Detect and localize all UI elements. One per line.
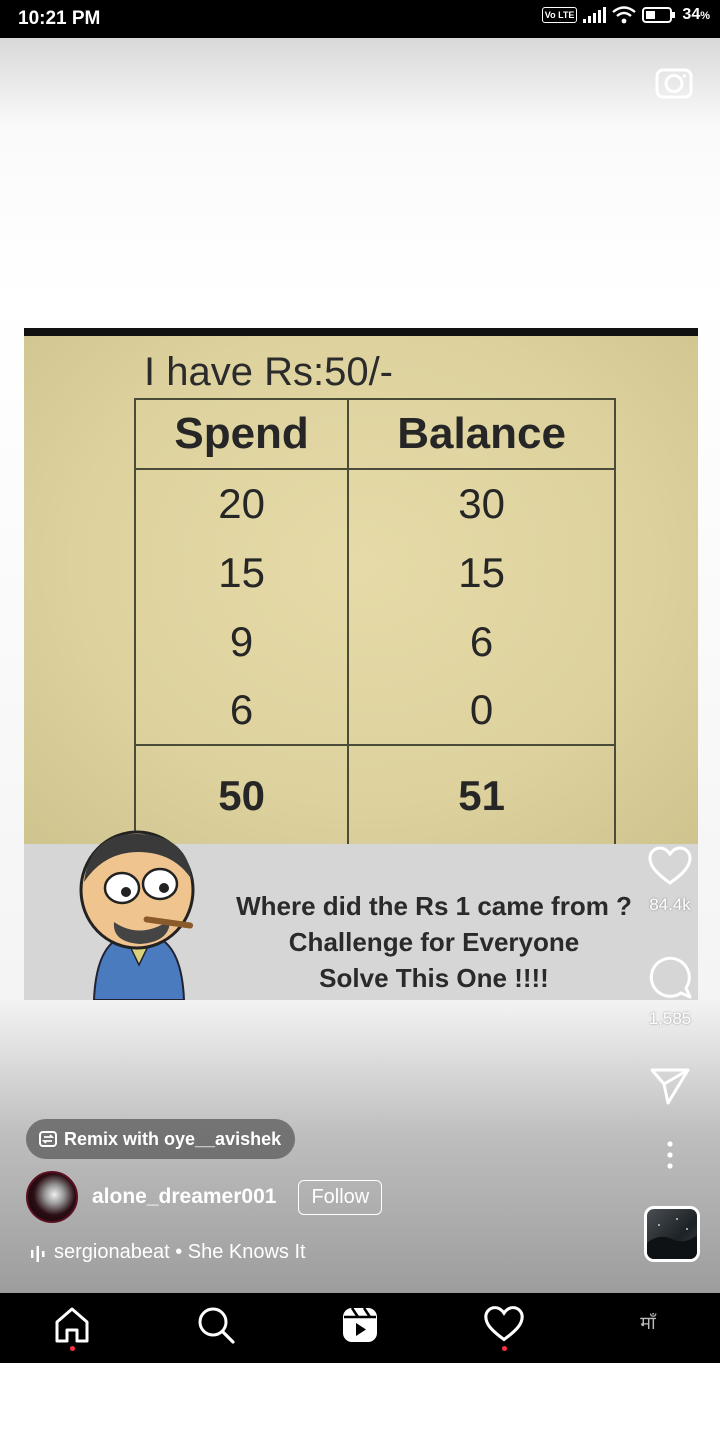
reel-stage[interactable]: I have Rs:50/- Spend Balance 20 30 15 15…	[0, 38, 720, 1293]
audio-link[interactable]: sergionabeat • She Knows It	[30, 1241, 306, 1264]
like-button[interactable]: 84.4k	[620, 846, 720, 915]
nav-search[interactable]	[194, 1305, 238, 1351]
puzzle-paper: I have Rs:50/- Spend Balance 20 30 15 15…	[24, 336, 698, 844]
nav-activity[interactable]	[482, 1305, 526, 1351]
totals-row: 50 51	[133, 744, 616, 844]
more-options-button[interactable]	[620, 1140, 720, 1175]
caption-line: Solve This One !!!!	[319, 963, 549, 993]
audio-text: sergionabeat • She Knows It	[54, 1241, 306, 1263]
heart-icon	[484, 1306, 524, 1342]
username[interactable]: alone_dreamer001	[92, 1185, 276, 1209]
profile-label: माँ	[640, 1313, 656, 1334]
table-row: 6 0	[133, 676, 616, 745]
caption-line: Where did the Rs 1 came from ?	[236, 891, 632, 921]
wifi-icon	[612, 6, 637, 24]
column-header-balance: Balance	[347, 398, 616, 470]
author-row: alone_dreamer001 Follow	[26, 1171, 383, 1223]
spend-cell: 6	[133, 676, 350, 745]
table-row: 9 6	[133, 607, 616, 676]
signal-icon	[583, 7, 607, 23]
comment-count: 1,585	[648, 1009, 692, 1028]
status-time: 10:21 PM	[18, 8, 101, 29]
caption-line: Challenge for Everyone	[288, 927, 580, 957]
spend-cell: 20	[133, 469, 350, 538]
audio-bars-icon	[31, 1245, 45, 1262]
send-icon	[650, 1068, 690, 1105]
table-row: 15 15	[133, 538, 616, 607]
status-bar: 10:21 PM Vo LTE 34%	[0, 0, 720, 38]
bottom-nav: माँ	[0, 1293, 720, 1363]
remix-button[interactable]: Remix with oye__avishek	[26, 1119, 296, 1159]
nav-reels[interactable]	[338, 1305, 382, 1351]
like-count: 84.4k	[649, 895, 691, 914]
heart-icon	[648, 846, 692, 885]
balance-total: 51	[347, 744, 616, 844]
follow-button[interactable]: Follow	[298, 1179, 383, 1215]
volte-badge: Vo LTE	[541, 7, 578, 23]
status-icons: Vo LTE 34%	[541, 6, 710, 24]
spend-cell: 15	[133, 538, 350, 607]
remix-icon	[39, 1131, 57, 1147]
spend-balance-table: Spend Balance 20 30 15 15 9 6 6 0 50 51	[133, 398, 616, 844]
notification-dot	[501, 1346, 507, 1351]
table-row: 20 30	[133, 469, 616, 538]
audio-cover-image	[647, 1218, 697, 1259]
post-image[interactable]: I have Rs:50/- Spend Balance 20 30 15 15…	[24, 328, 698, 1000]
reels-icon	[343, 1307, 377, 1342]
more-icon	[667, 1141, 673, 1169]
home-icon	[55, 1307, 89, 1343]
search-icon	[198, 1307, 235, 1344]
battery-icon	[642, 7, 676, 23]
battery-percent: 34%	[682, 6, 710, 23]
comment-button[interactable]: 1,585	[620, 954, 720, 1029]
balance-cell: 30	[347, 469, 616, 538]
comment-icon	[649, 956, 692, 999]
nav-profile[interactable]: माँ	[626, 1305, 670, 1351]
caption-area: Where did the Rs 1 came from ? Challenge…	[24, 830, 698, 1000]
notification-dot	[69, 1346, 75, 1351]
balance-cell: 15	[347, 538, 616, 607]
camera-icon[interactable]	[654, 62, 694, 102]
balance-cell: 6	[347, 607, 616, 676]
audio-thumbnail[interactable]	[644, 1206, 700, 1262]
remix-label: Remix with oye__avishek	[64, 1128, 282, 1149]
nav-home[interactable]	[50, 1305, 94, 1351]
column-header-spend: Spend	[133, 398, 350, 470]
caption-text: Where did the Rs 1 came from ? Challenge…	[174, 888, 694, 996]
spend-cell: 9	[133, 607, 350, 676]
avatar[interactable]	[26, 1171, 78, 1223]
share-button[interactable]	[620, 1066, 720, 1111]
image-top-border	[24, 328, 698, 336]
balance-cell: 0	[347, 676, 616, 745]
puzzle-heading: I have Rs:50/-	[144, 350, 394, 394]
